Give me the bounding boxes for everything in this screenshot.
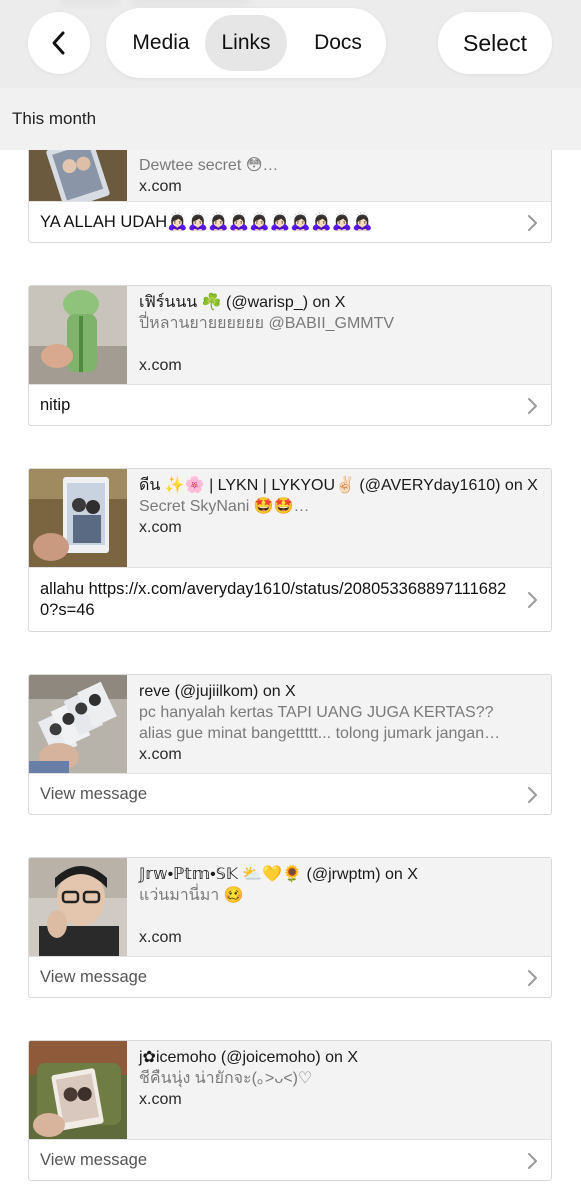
link-description: Secret SkyNani 🤩🤩… xyxy=(139,498,310,515)
message-text: allahu https://x.com/averyday1610/status… xyxy=(40,580,507,619)
section-title: This month xyxy=(12,109,97,128)
link-title: reve (@jujiilkom) on X xyxy=(139,683,296,700)
link-thumbnail xyxy=(29,858,127,956)
link-card[interactable]: reve (@jujiilkom) on X pc hanyalah kerta… xyxy=(28,674,552,815)
chevron-right-icon xyxy=(528,1152,537,1169)
chevron-right-icon xyxy=(528,397,537,414)
link-domain: x.com xyxy=(139,519,182,536)
tab-segmented-control: Media Links Docs xyxy=(106,8,386,78)
top-toolbar: Media Links Docs Select xyxy=(0,0,581,88)
link-description: Dewtee secret 😳… xyxy=(139,157,279,174)
chevron-right-icon xyxy=(528,214,537,231)
link-domain: x.com xyxy=(139,929,182,946)
link-title: 𝕁𝕣𝕨•ℙ𝕥𝕞•𝕊𝕂 ⛅💛🌻 (@jrwptm) on X xyxy=(139,866,418,883)
link-domain: x.com xyxy=(139,178,182,195)
link-domain: x.com xyxy=(139,746,182,763)
chevron-right-icon xyxy=(528,969,537,986)
link-preview[interactable]: ดีน ✨🌸 | LYKN | LYKYOU✌🏻 (@AVERYday1610)… xyxy=(29,469,551,567)
message-row[interactable]: View message xyxy=(29,773,551,814)
message-row[interactable]: View message xyxy=(29,1139,551,1180)
link-description: pc hanyalah kertas TAPI UANG JUGA KERTAS… xyxy=(139,704,501,742)
chevron-right-icon xyxy=(528,786,537,803)
link-description: ชีคืนนุ่ง น่ายักจะ(｡>ᴗ<)♡ xyxy=(139,1070,313,1087)
link-title: j✿icemoho (@joicemoho) on X xyxy=(139,1049,359,1066)
message-row[interactable]: allahu https://x.com/averyday1610/status… xyxy=(29,567,551,631)
link-card[interactable]: ดีน ✨🌸 | LYKN | LYKYOU✌🏻 (@AVERYday1610)… xyxy=(28,468,552,632)
chevron-right-icon xyxy=(528,592,537,608)
back-button[interactable] xyxy=(28,12,90,74)
link-card[interactable]: 𝕁𝕣𝕨•ℙ𝕥𝕞•𝕊𝕂 ⛅💛🌻 (@jrwptm) on X แว่นมานี่ม… xyxy=(28,857,552,998)
link-preview[interactable]: 𝕁𝕣𝕨•ℙ𝕥𝕞•𝕊𝕂 ⛅💛🌻 (@jrwptm) on X แว่นมานี่ม… xyxy=(29,858,551,956)
link-thumbnail xyxy=(29,675,127,773)
link-thumbnail xyxy=(29,469,127,567)
link-domain: x.com xyxy=(139,1091,182,1108)
link-title: เฟิร์นนน ☘️ (@warisp_) on X xyxy=(139,294,346,311)
message-row[interactable]: YA ALLAH UDAH🙇🏻‍♀️🙇🏻‍♀️🙇🏻‍♀️🙇🏻‍♀️🙇🏻‍♀️🙇🏻… xyxy=(29,201,551,242)
tab-links[interactable]: Links xyxy=(205,15,287,71)
view-message-link: View message xyxy=(40,1151,148,1169)
select-button[interactable]: Select xyxy=(438,12,552,74)
link-description: แว่นมานี่มา 🥴 xyxy=(139,887,244,904)
link-title: ดีน ✨🌸 | LYKN | LYKYOU✌🏻 (@AVERYday1610)… xyxy=(139,477,538,494)
link-thumbnail xyxy=(29,286,127,384)
tab-media[interactable]: Media xyxy=(114,15,208,71)
link-preview[interactable]: reve (@jujiilkom) on X pc hanyalah kerta… xyxy=(29,675,551,773)
tab-docs[interactable]: Docs xyxy=(296,15,380,71)
section-header: This month xyxy=(0,88,581,150)
link-preview[interactable]: เฟิร์นนน ☘️ (@warisp_) on X ปี่หลานยายยย… xyxy=(29,286,551,384)
link-domain: x.com xyxy=(139,357,182,374)
link-preview[interactable]: j✿icemoho (@joicemoho) on X ชีคืนนุ่ง น่… xyxy=(29,1041,551,1139)
view-message-link: View message xyxy=(40,785,148,803)
chevron-left-icon xyxy=(52,31,65,55)
view-message-link: View message xyxy=(40,968,148,986)
message-text: YA ALLAH UDAH🙇🏻‍♀️🙇🏻‍♀️🙇🏻‍♀️🙇🏻‍♀️🙇🏻‍♀️🙇🏻… xyxy=(40,213,373,231)
link-card[interactable]: j✿icemoho (@joicemoho) on X ชีคืนนุ่ง น่… xyxy=(28,1040,552,1181)
link-thumbnail xyxy=(29,1041,127,1139)
link-card[interactable]: เฟิร์นนน ☘️ (@warisp_) on X ปี่หลานยายยย… xyxy=(28,285,552,426)
message-text: nitip xyxy=(40,396,71,414)
link-description: ปี่หลานยายยยยยย @BABII_GMMTV xyxy=(139,315,395,332)
message-row[interactable]: nitip xyxy=(29,384,551,425)
message-row[interactable]: View message xyxy=(29,956,551,997)
